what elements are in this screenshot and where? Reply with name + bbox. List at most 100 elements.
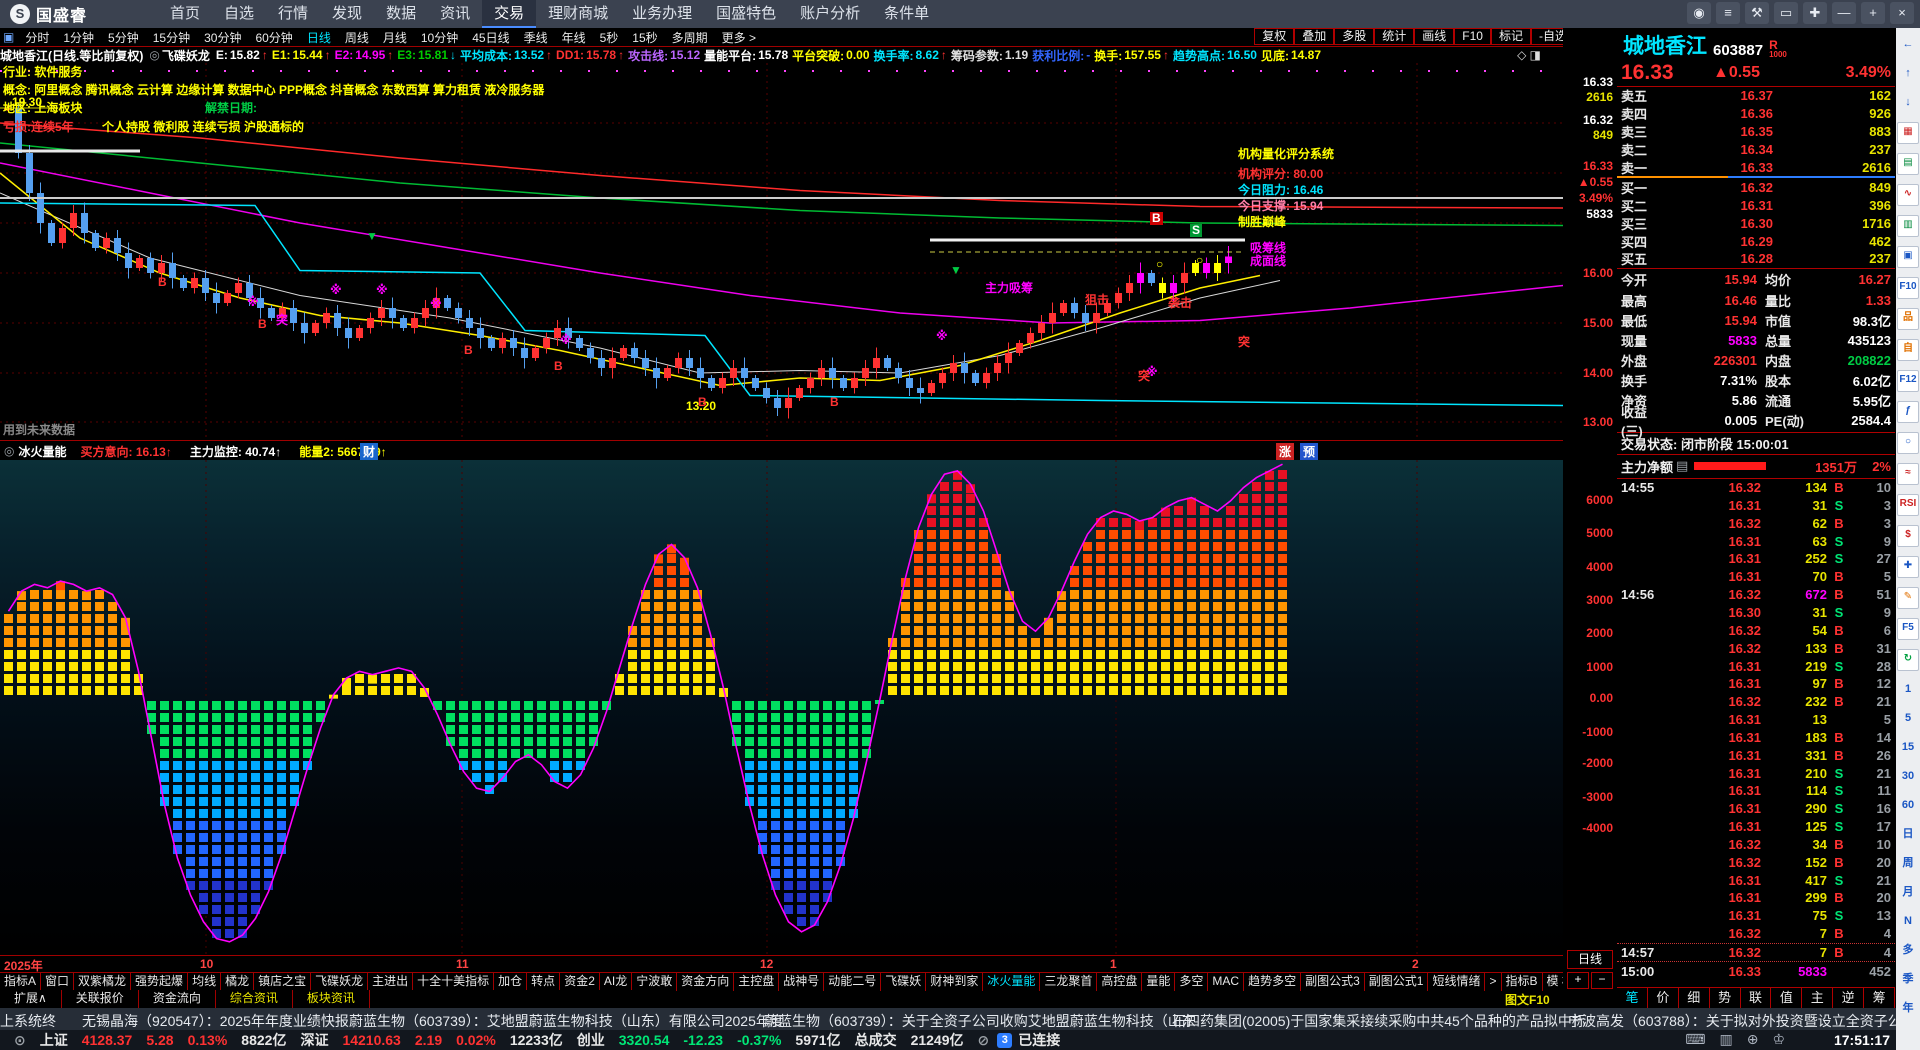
period-label[interactable]: 日线 bbox=[1567, 950, 1613, 969]
timeframe-60分钟[interactable]: 60分钟 bbox=[248, 29, 299, 46]
indicator-tab-战神号[interactable]: 战神号 bbox=[779, 973, 825, 991]
timeframe-5秒[interactable]: 5秒 bbox=[593, 29, 626, 46]
indicator-tab-副图公式1[interactable]: 副图公式1 bbox=[1365, 973, 1429, 991]
monitor-icon[interactable]: ▭ bbox=[1774, 2, 1798, 24]
yu-badge[interactable]: 预 bbox=[1300, 442, 1319, 460]
kline-icon[interactable]: ▥ bbox=[1897, 214, 1919, 237]
indicator-tab-宁波敢[interactable]: 宁波敢 bbox=[632, 973, 678, 991]
quote-tab-细[interactable]: 细 bbox=[1679, 987, 1710, 1009]
menu-item-国盛特色[interactable]: 国盛特色 bbox=[704, 0, 788, 28]
wave-icon[interactable]: ≈ bbox=[1897, 462, 1919, 485]
indicator-tab-橘龙[interactable]: 橘龙 bbox=[221, 973, 255, 991]
indicator-tab-动能二号[interactable]: 动能二号 bbox=[824, 973, 882, 991]
period-quarter-icon[interactable]: 季 bbox=[1898, 970, 1918, 990]
zoom-out-button[interactable]: − bbox=[1591, 972, 1613, 989]
period-multi-icon[interactable]: 多 bbox=[1898, 941, 1918, 961]
info-tab-关联报价[interactable]: 关联报价 bbox=[62, 990, 139, 1008]
pages-icon[interactable]: ▣ bbox=[1897, 245, 1919, 268]
indicator-chart[interactable] bbox=[0, 460, 1564, 955]
status-expander-icon[interactable]: ⊙ bbox=[14, 1032, 26, 1049]
period-5-icon[interactable]: 5 bbox=[1898, 709, 1918, 729]
zoom-in-button[interactable]: + bbox=[1567, 972, 1589, 989]
period-week-icon[interactable]: 周 bbox=[1898, 854, 1918, 874]
news-headline[interactable]: 上系统终 bbox=[0, 1011, 56, 1030]
sell-row[interactable]: 卖五 16.37 162 bbox=[1617, 87, 1895, 105]
timeframe-15分钟[interactable]: 15分钟 bbox=[146, 29, 197, 46]
zhang-badge[interactable]: 涨 bbox=[1276, 442, 1295, 460]
indicator-tab-财神到家[interactable]: 财神到家 bbox=[926, 973, 984, 991]
menu-item-业务办理[interactable]: 业务办理 bbox=[620, 0, 704, 28]
period-year-icon[interactable]: 年 bbox=[1898, 999, 1918, 1019]
timeframe-多周期[interactable]: 多周期 bbox=[665, 29, 715, 46]
index-name[interactable]: 深证 bbox=[300, 1030, 328, 1050]
maximize-icon[interactable]: + bbox=[1861, 2, 1885, 24]
indicator-tab-强势起爆[interactable]: 强势起爆 bbox=[131, 973, 189, 991]
timeframe-年线[interactable]: 年线 bbox=[555, 29, 593, 46]
button-统计[interactable]: 统计 bbox=[1374, 28, 1415, 45]
indicator-tab-均线[interactable]: 均线 bbox=[188, 973, 222, 991]
menu-item-自选[interactable]: 自选 bbox=[212, 0, 266, 28]
buy-row[interactable]: 买四 16.29 462 bbox=[1617, 232, 1895, 250]
timeframe-10分钟[interactable]: 10分钟 bbox=[414, 29, 465, 46]
indicator-collapse-icon[interactable]: ◎ bbox=[4, 444, 14, 458]
menu-item-条件单[interactable]: 条件单 bbox=[872, 0, 941, 28]
indicator-tab-指标B[interactable]: 指标B bbox=[1502, 973, 1543, 991]
indicator-tab-高控盘[interactable]: 高控盘 bbox=[1097, 973, 1143, 991]
news-headline[interactable]: 无锡晶海（920547）：2025年年度业绩快报 bbox=[82, 1011, 349, 1030]
indicator-tab-短线情绪[interactable]: 短线情绪 bbox=[1428, 973, 1486, 991]
indicator-tab-转点[interactable]: 转点 bbox=[527, 973, 561, 991]
news-headline[interactable]: 石四药集团(02005)于国家集采接续采购中共45个品种的产品拟中标 bbox=[1172, 1011, 1586, 1030]
timeframe-15秒[interactable]: 15秒 bbox=[625, 29, 664, 46]
button-F10[interactable]: F10 bbox=[1454, 28, 1491, 45]
timeframe-月线[interactable]: 月线 bbox=[376, 29, 414, 46]
indicator-tab-加仓[interactable]: 加仓 bbox=[494, 973, 528, 991]
indicator-tab-冰火量能[interactable]: 冰火量能 bbox=[983, 973, 1041, 991]
message-icon[interactable]: ◉ bbox=[1687, 2, 1711, 24]
sell-row[interactable]: 卖四 16.36 926 bbox=[1617, 105, 1895, 123]
down-arrow-icon[interactable]: ↓ bbox=[1898, 93, 1918, 113]
up-arrow-icon[interactable]: ↑ bbox=[1898, 64, 1918, 84]
timeframe-日线[interactable]: 日线 bbox=[300, 29, 338, 46]
timeframe-季线[interactable]: 季线 bbox=[517, 29, 555, 46]
index-name[interactable]: 创业 bbox=[577, 1030, 605, 1050]
info-tab-综合资讯[interactable]: 综合资讯 bbox=[216, 990, 293, 1008]
indicator-tab-指标A[interactable]: 指标A bbox=[0, 973, 42, 991]
indicator-tab-AI龙[interactable]: AI龙 bbox=[600, 973, 633, 991]
quote-tab-逆[interactable]: 逆 bbox=[1833, 987, 1865, 1009]
period-30-icon[interactable]: 30 bbox=[1898, 767, 1918, 787]
sell-row[interactable]: 卖一 16.33 2616 bbox=[1617, 159, 1895, 177]
indicator-tab->[interactable]: > bbox=[1485, 973, 1502, 991]
sell-row[interactable]: 卖三 16.35 883 bbox=[1617, 123, 1895, 141]
index-name[interactable]: 上证 bbox=[40, 1030, 68, 1050]
timeframe-更多 >[interactable]: 更多 > bbox=[715, 29, 763, 46]
buy-row[interactable]: 买二 16.31 396 bbox=[1617, 196, 1895, 214]
rsi-icon[interactable]: RSI bbox=[1897, 493, 1919, 516]
indicator-tab-副图公式3[interactable]: 副图公式3 bbox=[1301, 973, 1365, 991]
skin-icon[interactable]: ✚ bbox=[1803, 2, 1827, 24]
quote-tab-价[interactable]: 价 bbox=[1648, 987, 1679, 1009]
indicator-tab-主控盘[interactable]: 主控盘 bbox=[734, 973, 780, 991]
buy-row[interactable]: 买三 16.30 1716 bbox=[1617, 214, 1895, 232]
indicator-tab-模 板[interactable]: 模 板 bbox=[1543, 973, 1563, 991]
period-15-icon[interactable]: 15 bbox=[1898, 738, 1918, 758]
close-icon[interactable]: × bbox=[1890, 2, 1914, 24]
indicator-tab-量能[interactable]: 量能 bbox=[1142, 973, 1176, 991]
indicator-tab-三龙聚首[interactable]: 三龙聚首 bbox=[1040, 973, 1098, 991]
indicator-tab-十全十美指标[interactable]: 十全十美指标 bbox=[413, 973, 495, 991]
button-多股[interactable]: 多股 bbox=[1334, 28, 1375, 45]
trend-icon[interactable]: ∿ bbox=[1897, 183, 1919, 206]
back-arrow-icon[interactable]: ← bbox=[1898, 35, 1918, 55]
indicator-tab-资金2[interactable]: 资金2 bbox=[560, 973, 600, 991]
button-复权[interactable]: 复权 bbox=[1254, 28, 1295, 45]
button-叠加[interactable]: 叠加 bbox=[1294, 28, 1335, 45]
news-headline[interactable]: 蔚蓝生物（603739）：艾地盟蔚蓝生物科技（山东）有限公司2025年度 bbox=[349, 1011, 784, 1030]
settings-icon[interactable]: ≡ bbox=[1716, 2, 1740, 24]
f5-icon[interactable]: F5 bbox=[1897, 617, 1919, 640]
circle-icon[interactable]: ○ bbox=[1897, 431, 1919, 454]
news-headline[interactable]: 蔚蓝生物（603739）：关于全资子公司收购艾地盟蔚蓝生物科技（山东 bbox=[764, 1011, 1196, 1030]
panel-icon[interactable]: ▥ bbox=[1719, 1031, 1732, 1048]
quote-tab-联[interactable]: 联 bbox=[1741, 987, 1772, 1009]
custom-icon[interactable]: 自 bbox=[1897, 338, 1919, 361]
menu-item-数据[interactable]: 数据 bbox=[374, 0, 428, 28]
indicator-tab-趋势多空[interactable]: 趋势多空 bbox=[1244, 973, 1302, 991]
